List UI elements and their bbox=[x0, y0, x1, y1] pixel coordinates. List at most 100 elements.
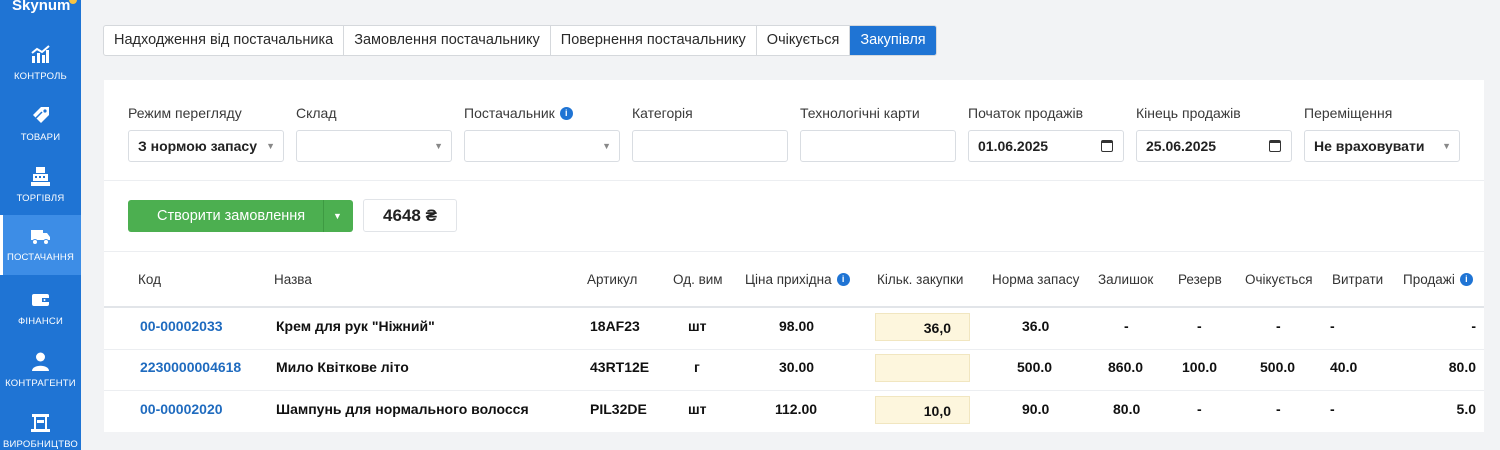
supplier-select[interactable]: ▼ bbox=[464, 130, 620, 162]
row-expenses: - bbox=[1330, 401, 1335, 417]
row-reserve: - bbox=[1197, 401, 1202, 417]
column-header-sales[interactable]: Продажі i bbox=[1403, 272, 1473, 287]
row-name: Мило Квіткове літо bbox=[276, 359, 409, 375]
calendar-icon[interactable] bbox=[1101, 140, 1113, 152]
row-qty-input[interactable]: 36,0 bbox=[875, 313, 970, 341]
row-code-link[interactable]: 2230000004618 bbox=[140, 359, 241, 375]
column-header-stock[interactable]: Залишок bbox=[1098, 272, 1153, 287]
column-header-expenses[interactable]: Витрати bbox=[1332, 272, 1383, 287]
sales-end-value: 25.06.2025 bbox=[1146, 138, 1217, 154]
filter-warehouse: Склад ▼ bbox=[296, 104, 452, 162]
row-divider bbox=[104, 349, 1484, 350]
transfers-value: Не враховувати bbox=[1314, 138, 1425, 154]
tab-expected[interactable]: Очікується bbox=[757, 26, 851, 55]
sidebar-item-finance[interactable]: ФІНАНСИ bbox=[0, 284, 81, 344]
sales-start-date-field[interactable]: 01.06.2025 bbox=[968, 130, 1124, 162]
row-unit: шт bbox=[688, 401, 707, 417]
tech-cards-input[interactable] bbox=[800, 130, 956, 162]
column-header-expected[interactable]: Очікується bbox=[1245, 272, 1313, 287]
truck-icon bbox=[30, 226, 51, 247]
row-price: 98.00 bbox=[779, 318, 815, 334]
info-icon[interactable]: i bbox=[836, 273, 850, 286]
logo-dot-icon bbox=[69, 0, 77, 4]
view-mode-select[interactable]: З нормою запасу ▼ bbox=[128, 130, 284, 162]
row-expected: 500.0 bbox=[1260, 359, 1296, 375]
purchasing-panel: Режим перегляду З нормою запасу ▼ Склад … bbox=[104, 80, 1484, 432]
column-header-unit[interactable]: Од. вим bbox=[673, 272, 723, 287]
view-mode-value: З нормою запасу bbox=[138, 138, 257, 154]
row-stock: 860.0 bbox=[1108, 359, 1144, 375]
divider bbox=[104, 180, 1484, 181]
sidebar-item-counterparties[interactable]: КОНТРАГЕНТИ bbox=[0, 346, 81, 406]
filter-label: Технологічні карти bbox=[800, 105, 920, 121]
factory-icon bbox=[30, 412, 51, 433]
row-sku: 43RT12E bbox=[590, 359, 650, 375]
sidebar-item-label: КОНТРАГЕНТИ bbox=[5, 378, 76, 389]
tab-supplier-receipts[interactable]: Надходження від постачальника bbox=[104, 26, 345, 55]
tag-icon bbox=[30, 105, 51, 126]
info-icon[interactable]: i bbox=[559, 106, 573, 120]
row-price: 112.00 bbox=[775, 401, 818, 417]
caret-down-icon: ▼ bbox=[266, 141, 275, 151]
row-sku: 18AF23 bbox=[590, 318, 640, 334]
sidebar-item-goods[interactable]: ТОВАРИ bbox=[0, 100, 81, 160]
row-expenses: - bbox=[1330, 318, 1335, 334]
person-icon bbox=[30, 351, 51, 372]
filter-supplier: Постачальник i ▼ bbox=[464, 104, 620, 162]
filters-row: Режим перегляду З нормою запасу ▼ Склад … bbox=[104, 80, 1484, 180]
filter-label: Початок продажів bbox=[968, 105, 1084, 121]
row-expenses: 40.0 bbox=[1330, 359, 1358, 375]
row-code-link[interactable]: 00-00002020 bbox=[140, 401, 223, 417]
column-header-qty[interactable]: Кільк. закупки bbox=[877, 272, 963, 287]
sidebar-item-label: ВИРОБНИЦТВО bbox=[2, 439, 79, 450]
row-qty-input[interactable]: 10,0 bbox=[875, 396, 970, 424]
row-stock: - bbox=[1124, 318, 1129, 334]
sidebar: Skynum КОНТРОЛЬ ТОВАРИ ТОРГІВЛЯ ПОСТАЧАН… bbox=[0, 0, 81, 450]
column-header-label: Ціна прихідна bbox=[745, 272, 832, 287]
caret-down-icon: ▼ bbox=[1442, 141, 1451, 151]
row-reserve: - bbox=[1197, 318, 1202, 334]
filter-label: Переміщення bbox=[1304, 105, 1393, 121]
row-name: Шампунь для нормального волосся bbox=[276, 401, 529, 417]
column-header-price[interactable]: Ціна прихідна i bbox=[745, 272, 850, 287]
sidebar-item-trade[interactable]: ТОРГІВЛЯ bbox=[0, 161, 81, 221]
row-norm: 36.0 bbox=[1022, 318, 1050, 334]
button-separator bbox=[323, 200, 324, 232]
caret-down-icon[interactable]: ▼ bbox=[333, 200, 342, 232]
row-norm: 90.0 bbox=[1022, 401, 1050, 417]
caret-down-icon: ▼ bbox=[602, 141, 611, 151]
column-header-norm[interactable]: Норма запасу bbox=[992, 272, 1079, 287]
row-unit: шт bbox=[688, 318, 707, 334]
column-header-code[interactable]: Код bbox=[138, 272, 161, 287]
sidebar-item-label: ФІНАНСИ bbox=[17, 316, 63, 327]
row-sales: 80.0 bbox=[1448, 359, 1476, 375]
sidebar-item-production[interactable]: ВИРОБНИЦТВО bbox=[0, 407, 81, 450]
filter-label-wrap: Постачальник i bbox=[464, 104, 620, 122]
column-header-reserve[interactable]: Резерв bbox=[1178, 272, 1222, 287]
calendar-icon[interactable] bbox=[1269, 140, 1281, 152]
sidebar-item-supply[interactable]: ПОСТАЧАННЯ bbox=[0, 215, 81, 275]
transfers-select[interactable]: Не враховувати ▼ bbox=[1304, 130, 1460, 162]
sidebar-item-label: ПОСТАЧАННЯ bbox=[6, 252, 75, 263]
category-input[interactable] bbox=[632, 130, 788, 162]
row-sku: PIL32DE bbox=[590, 401, 647, 417]
tab-purchasing[interactable]: Закупівля bbox=[850, 26, 936, 55]
tab-supplier-orders[interactable]: Замовлення постачальнику bbox=[344, 26, 551, 55]
create-order-button[interactable]: Створити замовлення ▼ bbox=[128, 200, 353, 232]
logo[interactable]: Skynum bbox=[0, 0, 81, 20]
row-code-link[interactable]: 00-00002033 bbox=[140, 318, 223, 334]
row-unit: г bbox=[694, 359, 700, 375]
filter-label: Кінець продажів bbox=[1136, 105, 1241, 121]
row-qty-input[interactable] bbox=[875, 354, 970, 382]
filter-label: Режим перегляду bbox=[128, 105, 242, 121]
info-icon[interactable]: i bbox=[1459, 273, 1473, 286]
tab-supplier-returns[interactable]: Повернення постачальнику bbox=[551, 26, 757, 55]
column-header-sku[interactable]: Артикул bbox=[587, 272, 637, 287]
row-expected: - bbox=[1276, 318, 1281, 334]
warehouse-select[interactable]: ▼ bbox=[296, 130, 452, 162]
sales-end-date-field[interactable]: 25.06.2025 bbox=[1136, 130, 1292, 162]
chart-icon bbox=[30, 44, 51, 65]
sidebar-item-control[interactable]: КОНТРОЛЬ bbox=[0, 39, 81, 99]
column-header-name[interactable]: Назва bbox=[274, 272, 312, 287]
filter-sales-start: Початок продажів 01.06.2025 bbox=[968, 104, 1124, 162]
